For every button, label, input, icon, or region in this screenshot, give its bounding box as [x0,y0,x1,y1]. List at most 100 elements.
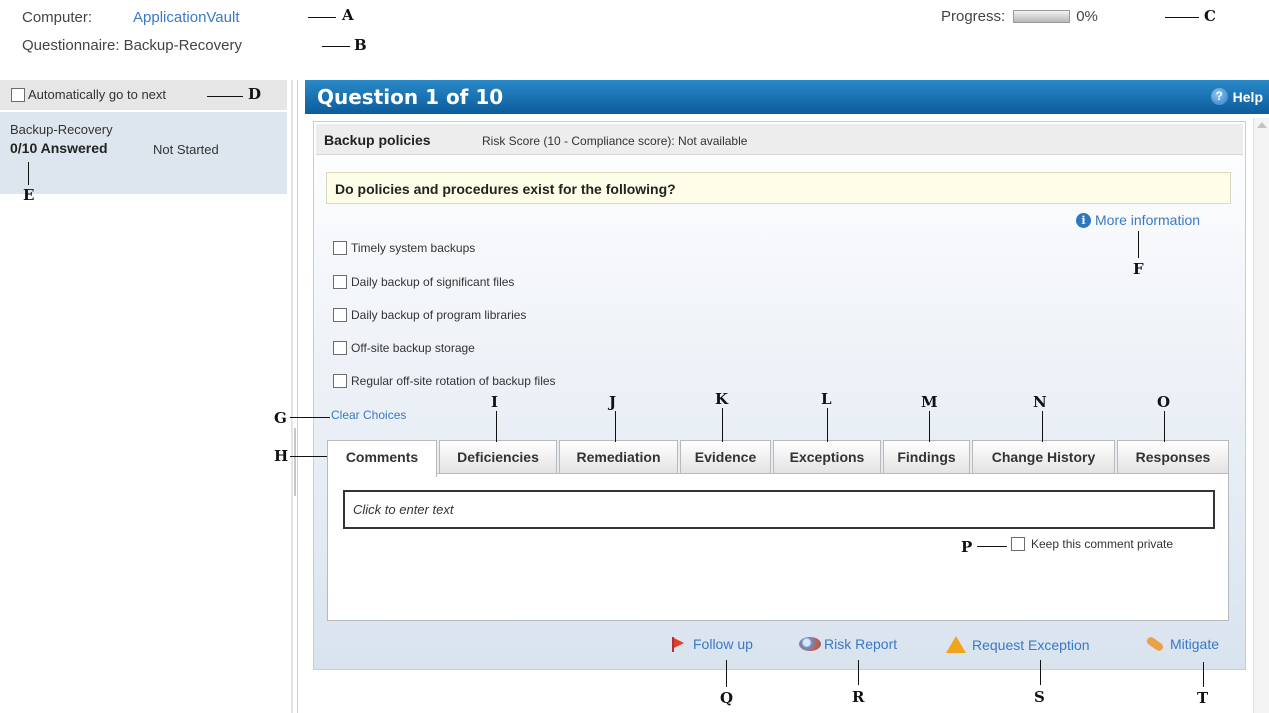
callout-line [28,162,29,185]
choice-item[interactable]: Off-site backup storage [333,341,475,355]
callout-p: P [961,538,973,556]
callout-line [615,411,616,442]
callout-line [1138,231,1139,258]
callout-line [726,660,727,687]
callout-f: F [1133,260,1144,278]
comment-input[interactable] [345,492,1213,527]
private-label: Keep this comment private [1031,537,1174,551]
info-icon: i [1076,212,1091,228]
callout-line [1042,411,1043,442]
callout-q: Q [720,689,734,707]
progress-label: Progress: [941,8,1006,25]
callout-line [308,17,336,18]
computer-link[interactable]: ApplicationVault [133,9,239,26]
comments-panel: Keep this comment private [327,473,1229,621]
topic-name: Backup policies [324,132,431,148]
choice-label: Timely system backups [351,241,476,255]
tab-responses[interactable]: Responses [1117,440,1229,474]
choice-checkbox[interactable] [333,241,347,255]
tab-deficiencies[interactable]: Deficiencies [439,440,557,474]
choice-item[interactable]: Timely system backups [333,241,475,255]
callout-b: B [354,36,367,54]
callout-m: M [921,393,938,411]
choice-label: Daily backup of program libraries [351,308,527,322]
flag-icon [671,636,685,652]
tab-remediation[interactable]: Remediation [559,440,678,474]
computer-row: Computer: ApplicationVault [22,9,240,26]
splitter-grip[interactable] [294,428,296,496]
callout-k: K [715,390,729,408]
progress-indicator: Progress: 0% [941,8,1098,25]
callout-line [290,417,330,418]
callout-l: L [821,390,832,408]
choice-item[interactable]: Daily backup of program libraries [333,308,526,322]
request-exception-button[interactable]: Request Exception [946,636,1090,653]
panel-divider [297,80,298,713]
panel-splitter[interactable] [291,80,293,713]
callout-a: A [342,6,354,24]
help-button[interactable]: ? Help [1210,88,1263,105]
callout-line [496,411,497,442]
callout-o: O [1157,393,1171,411]
auto-next-label: Automatically go to next [28,87,167,102]
callout-line [1203,662,1204,687]
callout-line [827,408,828,442]
tab-comments[interactable]: Comments [327,440,437,477]
comment-field[interactable] [343,490,1215,529]
bandage-icon [1145,635,1165,653]
topic-bar: Backup policies Risk Score (10 - Complia… [316,124,1243,155]
private-checkbox[interactable] [1011,537,1025,551]
callout-line [1164,411,1165,442]
scroll-up-icon[interactable] [1257,122,1267,128]
tab-evidence[interactable]: Evidence [680,440,771,474]
callout-line [977,546,1007,547]
question-text: Do policies and procedures exist for the… [335,181,676,197]
list-item-name: Backup-Recovery [10,122,113,137]
choice-checkbox[interactable] [333,374,347,388]
choice-checkbox[interactable] [333,341,347,355]
callout-i: I [491,393,499,411]
choice-item[interactable]: Daily backup of significant files [333,275,514,289]
callout-g: G [274,409,287,427]
questionnaire-list-item[interactable]: Backup-Recovery 0/10 Answered Not Starte… [0,112,287,194]
callout-j: J [609,393,617,411]
question-header: Question 1 of 10 ? Help [305,80,1269,114]
follow-up-button[interactable]: Follow up [671,636,753,652]
callout-line [929,411,930,442]
private-option[interactable]: Keep this comment private [1011,537,1173,551]
follow-up-label: Follow up [693,636,753,652]
choice-item[interactable]: Regular off-site rotation of backup file… [333,374,556,388]
scrollbar[interactable] [1253,118,1269,713]
help-icon: ? [1210,88,1228,105]
callout-e: E [23,186,35,204]
more-information-label: More information [1095,212,1201,228]
risk-score: Risk Score (10 - Compliance score): Not … [482,134,748,148]
risk-report-button[interactable]: Risk Report [799,636,897,652]
choice-checkbox[interactable] [333,308,347,322]
tab-findings[interactable]: Findings [883,440,970,474]
auto-next-checkbox[interactable] [11,87,25,102]
choice-checkbox[interactable] [333,275,347,289]
callout-line [290,456,330,457]
clear-choices-link[interactable]: Clear Choices [331,408,406,422]
callout-c: C [1204,7,1216,25]
help-label: Help [1232,88,1263,105]
mitigate-button[interactable]: Mitigate [1145,635,1220,653]
tab-exceptions[interactable]: Exceptions [773,440,881,474]
questionnaire-row: Questionnaire: Backup-Recovery [22,37,242,54]
callout-line [722,408,723,442]
request-exception-label: Request Exception [972,636,1090,653]
choice-label: Regular off-site rotation of backup file… [351,374,556,388]
mitigate-label: Mitigate [1170,636,1220,652]
computer-label: Computer: [22,9,93,26]
callout-s: S [1034,688,1045,706]
risk-report-label: Risk Report [824,636,898,652]
more-information-link[interactable]: i More information [1076,212,1200,228]
auto-next-option[interactable]: Automatically go to next [11,87,166,102]
callout-n: N [1033,393,1047,411]
list-item-answered: 0/10 Answered [10,140,108,156]
question-box: Do policies and procedures exist for the… [326,172,1231,204]
question-title: Question 1 of 10 [317,85,504,109]
callout-line [1040,660,1041,685]
tab-change-history[interactable]: Change History [972,440,1115,474]
